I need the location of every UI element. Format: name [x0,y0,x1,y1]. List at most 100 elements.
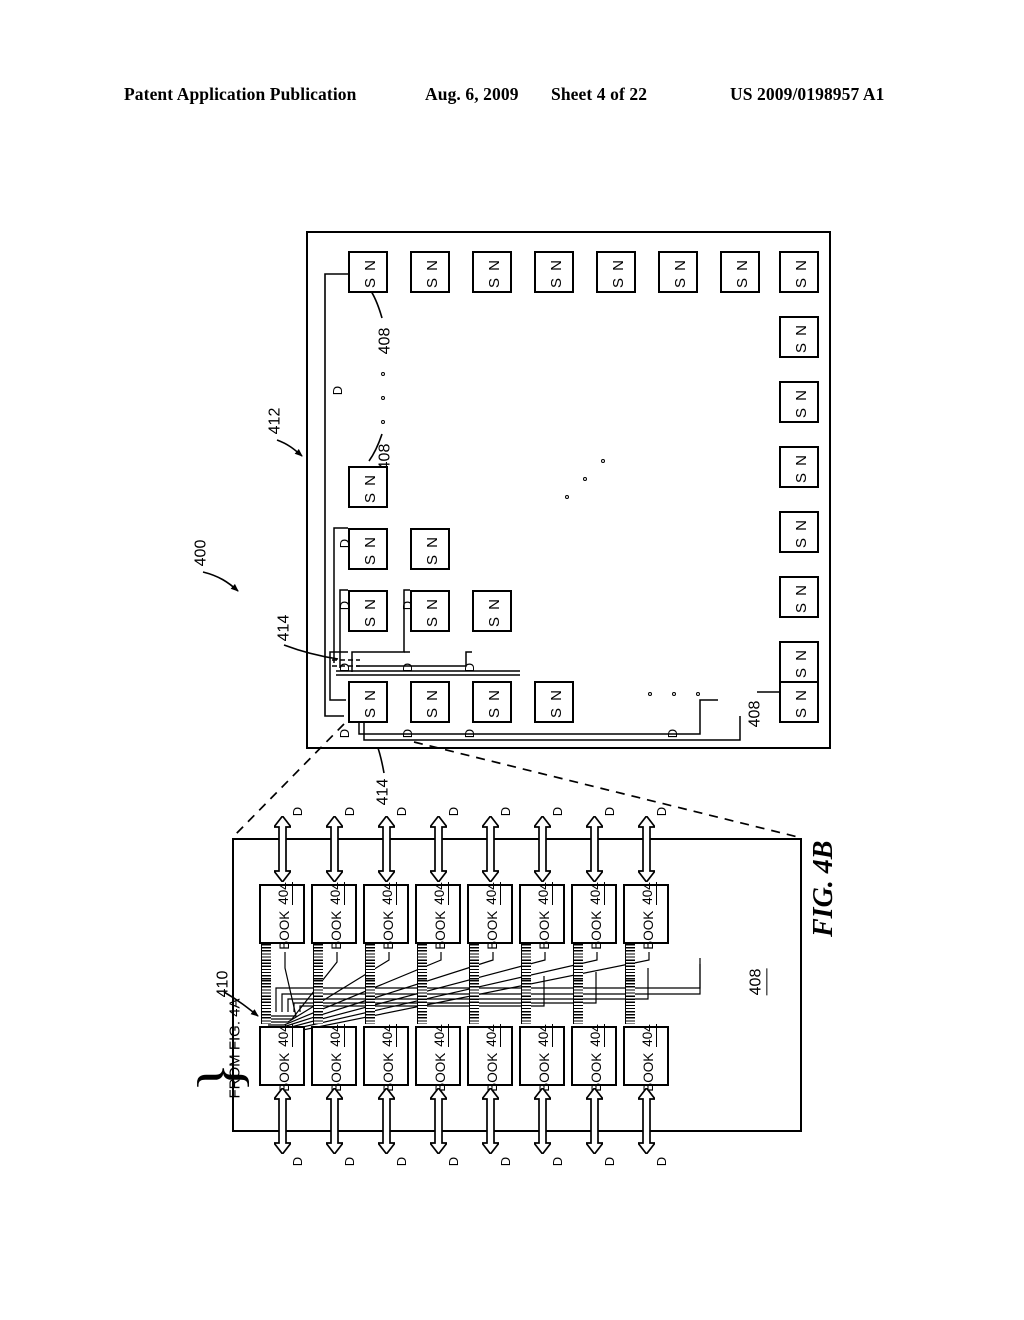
ref-408-c-label: 408 [746,700,764,728]
node-south-label: S [361,616,379,627]
ellipsis-dot [696,692,700,696]
node-north-label: N [671,260,689,271]
book-ref-404-label: 404 [483,1024,501,1047]
from-fig-4a-brace: } [186,1062,255,1093]
book-404-top-1: BOOK 404 [259,882,305,950]
node-poles: SN [411,531,453,571]
node-poles: SN [349,593,391,633]
book-404-bottom-3: BOOK 404 [363,1024,411,1092]
book-connector-bottom-4 [417,980,427,1024]
book-404-top-5: BOOK 404 [467,882,513,950]
node-poles: SN [780,384,822,424]
book-title-label: BOOK [536,910,552,950]
book-title-label: BOOK [640,910,656,950]
node-north-label: N [361,599,379,610]
io-arrow-bottom-7 [586,1088,603,1154]
book-404-top-2: BOOK 404 [311,882,357,950]
book-label-group: BOOK 404 [573,1024,619,1092]
node-north-label: N [485,599,503,610]
node-north-label: N [792,260,810,271]
book-404-bottom-1: BOOK 404 [259,1024,305,1092]
book-ref-404-label: 404 [639,1024,657,1047]
book-connector-bottom-1 [261,980,271,1024]
port-s3: D [400,600,416,611]
io-port-bottom-3: D [394,1156,410,1167]
ellipsis-dot [648,692,652,696]
book-404-bottom-6: BOOK 404 [519,1024,565,1092]
io-arrow-bottom-6 [534,1088,551,1154]
book-label-group: BOOK 404 [417,1024,463,1092]
io-arrow-top-6 [534,816,551,882]
node-408-top-3: SN [472,251,512,293]
book-label-group: BOOK 404 [417,882,463,950]
node-north-label: N [361,260,379,271]
io-port-top-3: D [394,806,410,817]
io-port-bottom-1: D [290,1156,306,1167]
io-arrow-top-7 [586,816,603,882]
io-port-top-1: D [290,806,306,817]
node-north-label: N [792,455,810,466]
book-404-bottom-5: BOOK 404 [467,1024,515,1092]
node-south-label: S [361,707,379,718]
io-port-top-2: D [342,806,358,817]
node-408-right-2: SN [779,316,819,358]
node-south-label: S [485,616,503,627]
book-404-top-4: BOOK 404 [415,882,463,950]
io-arrow-top-2 [326,816,343,882]
node-408-stair-3: SN [410,528,450,570]
book-title-label: BOOK [588,1052,604,1092]
io-arrow-top-3 [378,816,395,882]
book-404-bottom-2: BOOK 404 [311,1024,357,1092]
ref-400-label: 400 [192,539,210,567]
node-south-label: S [792,472,810,483]
book-title-label: BOOK [380,910,396,950]
port-left-bus: D [330,385,346,396]
book-404-bottom-8: BOOK 404 [623,1024,669,1092]
io-port-top-4: D [446,806,462,817]
node-south-label: S [792,342,810,353]
node-poles: SN [411,684,453,724]
ellipsis-dot [381,396,385,400]
node-408-stair-5: SN [410,590,450,632]
node-south-label: S [361,492,379,503]
node-north-label: N [361,537,379,548]
io-arrow-bottom-8 [638,1088,655,1154]
book-404-top-7: BOOK 404 [571,882,617,950]
ref-410-label: 410 [214,970,232,998]
node-south-label: S [361,554,379,565]
node-south-label: S [423,554,441,565]
io-port-top-8: D [654,806,670,817]
book-ref-404-label: 404 [535,1024,553,1047]
io-arrow-bottom-3 [378,1088,395,1154]
node-south-label: S [792,602,810,613]
node-poles: SN [780,449,822,489]
book-ref-404-label: 404 [587,882,605,905]
node-north-label: N [423,690,441,701]
io-port-bottom-5: D [498,1156,514,1167]
ellipsis-dot [565,495,569,499]
book-404-bottom-7: BOOK 404 [571,1024,619,1092]
book-ref-404-label: 404 [483,882,501,905]
node-north-label: N [423,537,441,548]
node-408-top-8: SN [779,251,819,293]
ellipsis-dot [583,477,587,481]
node-408-right-3: SN [779,381,819,423]
node-north-label: N [423,260,441,271]
node-poles: SN [535,684,577,724]
io-port-top-5: D [498,806,514,817]
ellipsis-dot [601,459,605,463]
ref-408-lower-label: 408 [747,968,768,996]
port-s2: D [337,600,353,611]
node-south-label: S [361,277,379,288]
node-poles: SN [659,254,701,294]
book-label-group: BOOK 404 [365,1024,411,1092]
node-north-label: N [792,690,810,701]
book-ref-404-label: 404 [327,882,345,905]
io-port-top-6: D [550,806,566,817]
book-label-group: BOOK 404 [469,1024,515,1092]
node-north-label: N [792,520,810,531]
book-title-label: BOOK [276,910,292,950]
node-north-label: N [792,585,810,596]
node-north-label: N [792,325,810,336]
page-header: Patent Application Publication Aug. 6, 2… [0,84,1024,114]
